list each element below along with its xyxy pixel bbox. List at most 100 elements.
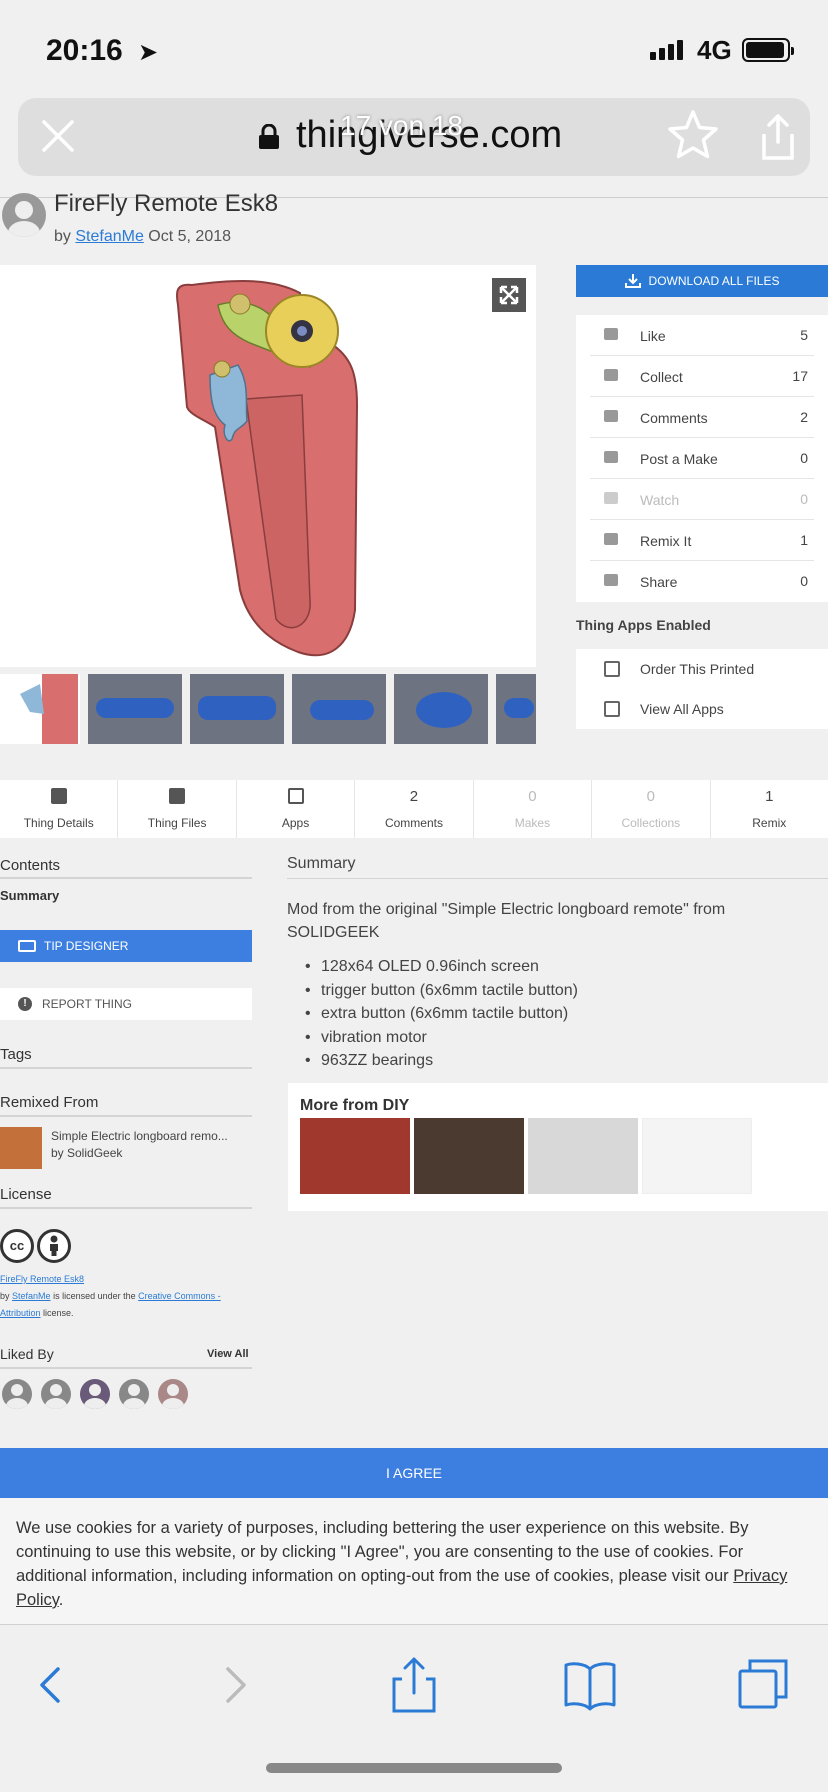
collect-icon xyxy=(604,369,618,381)
liker-avatar[interactable] xyxy=(80,1379,110,1409)
thumbnail-6[interactable] xyxy=(496,674,536,744)
more-from-title: More from DIY xyxy=(300,1097,410,1114)
remix-source-thumbnail[interactable] xyxy=(0,1127,42,1169)
liked-by-title: Liked By xyxy=(0,1346,54,1362)
liker-avatar[interactable] xyxy=(2,1379,32,1409)
liker-avatar[interactable] xyxy=(41,1379,71,1409)
list-item: 963ZZ bearings xyxy=(305,1049,578,1073)
tab-label: Thing Details xyxy=(23,816,94,830)
app-order-printed[interactable]: Order This Printed xyxy=(576,649,828,689)
contents-summary-link[interactable]: Summary xyxy=(0,888,59,903)
license-author-link[interactable]: StefanMe xyxy=(12,1291,51,1301)
download-all-files-button[interactable]: DOWNLOAD ALL FILES xyxy=(576,265,828,297)
location-arrow-icon: ➤ xyxy=(138,39,159,66)
tags-divider xyxy=(0,1067,252,1069)
thumbnail-6-part xyxy=(504,698,534,718)
stat-like[interactable]: Like 5 xyxy=(590,315,814,356)
thumbnail-4[interactable] xyxy=(292,674,386,744)
tab-label: Thing Files xyxy=(147,816,207,830)
warning-icon: ! xyxy=(18,997,32,1011)
reload-icon[interactable] xyxy=(756,112,800,164)
app-view-all[interactable]: View All Apps xyxy=(576,689,828,729)
tab-label: Makes xyxy=(514,816,551,830)
stat-comments[interactable]: Comments 2 xyxy=(590,397,814,438)
tab-thing-details[interactable]: Thing Details xyxy=(0,780,119,838)
close-icon[interactable] xyxy=(38,116,78,156)
tab-count: 0 xyxy=(646,788,655,805)
heart-icon xyxy=(604,328,618,340)
home-indicator[interactable] xyxy=(266,1763,562,1773)
stat-remix[interactable]: Remix It 1 xyxy=(590,520,814,561)
summary-divider xyxy=(287,878,828,879)
contents-title: Contents xyxy=(0,857,61,874)
forward-icon[interactable] xyxy=(204,1655,264,1715)
tip-designer-button[interactable]: TIP DESIGNER xyxy=(0,930,252,962)
license-mid: is licensed under the xyxy=(53,1291,136,1301)
author-link[interactable]: StefanMe xyxy=(75,228,143,245)
more-thumbnail-4[interactable] xyxy=(642,1118,752,1194)
url-bar[interactable]: thingiverse.com 17 von 18 xyxy=(18,98,810,176)
stat-count: 0 xyxy=(800,450,808,466)
stat-collect[interactable]: Collect 17 xyxy=(590,356,814,397)
stat-count: 5 xyxy=(800,327,808,343)
i-agree-button[interactable]: I AGREE xyxy=(0,1448,828,1498)
tab-apps[interactable]: Apps xyxy=(237,780,356,838)
more-thumbnail-2[interactable] xyxy=(414,1118,524,1194)
tab-makes[interactable]: 0 Makes xyxy=(474,780,593,838)
app-label: View All Apps xyxy=(640,701,724,717)
back-icon[interactable] xyxy=(22,1655,82,1715)
tab-collections[interactable]: 0 Collections xyxy=(592,780,711,838)
download-label: DOWNLOAD ALL FILES xyxy=(648,274,780,288)
remix-source-name[interactable]: Simple Electric longboard remo... xyxy=(51,1129,228,1143)
license-thing-link[interactable]: FireFly Remote Esk8 xyxy=(0,1274,84,1284)
tabs-icon[interactable] xyxy=(734,1655,794,1715)
view-all-link[interactable]: View All xyxy=(207,1348,249,1360)
tab-icon xyxy=(118,788,235,806)
tab-label: Comments xyxy=(384,816,443,830)
thing-apps-list: Order This Printed View All Apps xyxy=(576,649,828,729)
cc-icon: cc xyxy=(0,1229,34,1263)
thumbnail-5[interactable] xyxy=(394,674,488,744)
main-thing-image[interactable] xyxy=(0,265,536,667)
thumbnail-5-part xyxy=(416,692,472,728)
stat-post-make[interactable]: Post a Make 0 xyxy=(590,438,814,479)
more-thumbnail-3[interactable] xyxy=(528,1118,638,1194)
tab-remix[interactable]: 1 Remix xyxy=(711,780,828,838)
thumbnail-3[interactable] xyxy=(190,674,284,744)
thumbnail-2[interactable] xyxy=(88,674,182,744)
tab-icon xyxy=(237,788,354,806)
remote-render xyxy=(175,280,359,657)
stat-count: 0 xyxy=(800,573,808,589)
report-label: REPORT THING xyxy=(42,997,133,1011)
tab-comments[interactable]: 2 Comments xyxy=(355,780,474,838)
money-icon xyxy=(18,940,36,952)
stat-label: Share xyxy=(640,574,678,590)
star-icon[interactable] xyxy=(666,108,720,162)
status-time: 20:16 xyxy=(46,34,123,67)
thing-title: FireFly Remote Esk8 xyxy=(54,190,279,217)
tab-label: Apps xyxy=(281,816,310,830)
report-thing-button[interactable]: ! REPORT THING xyxy=(0,988,252,1020)
thumbnail-1[interactable] xyxy=(0,674,80,744)
author-avatar[interactable] xyxy=(2,193,46,237)
remix-source-author: by SolidGeek xyxy=(51,1146,123,1160)
stat-watch[interactable]: Watch 0 xyxy=(590,479,814,520)
summary-title: Summary xyxy=(287,855,356,872)
printer-icon xyxy=(604,661,620,677)
cookie-text: We use cookies for a variety of purposes… xyxy=(16,1516,812,1612)
bookmarks-icon[interactable] xyxy=(560,1655,620,1715)
liker-avatar[interactable] xyxy=(158,1379,188,1409)
stat-count: 17 xyxy=(792,368,808,384)
share-icon[interactable] xyxy=(384,1655,444,1715)
signal-bars-icon xyxy=(650,40,683,60)
tab-thing-files[interactable]: Thing Files xyxy=(118,780,237,838)
more-thumbnail-1[interactable] xyxy=(300,1118,410,1194)
stat-label: Post a Make xyxy=(640,451,718,467)
stat-count: 1 xyxy=(800,532,808,548)
attribution-icon xyxy=(37,1229,71,1263)
liker-avatar[interactable] xyxy=(119,1379,149,1409)
stat-share[interactable]: Share 0 xyxy=(590,561,814,602)
stat-label: Collect xyxy=(640,369,683,385)
list-item: vibration motor xyxy=(305,1026,578,1050)
fullscreen-icon[interactable] xyxy=(492,278,526,312)
